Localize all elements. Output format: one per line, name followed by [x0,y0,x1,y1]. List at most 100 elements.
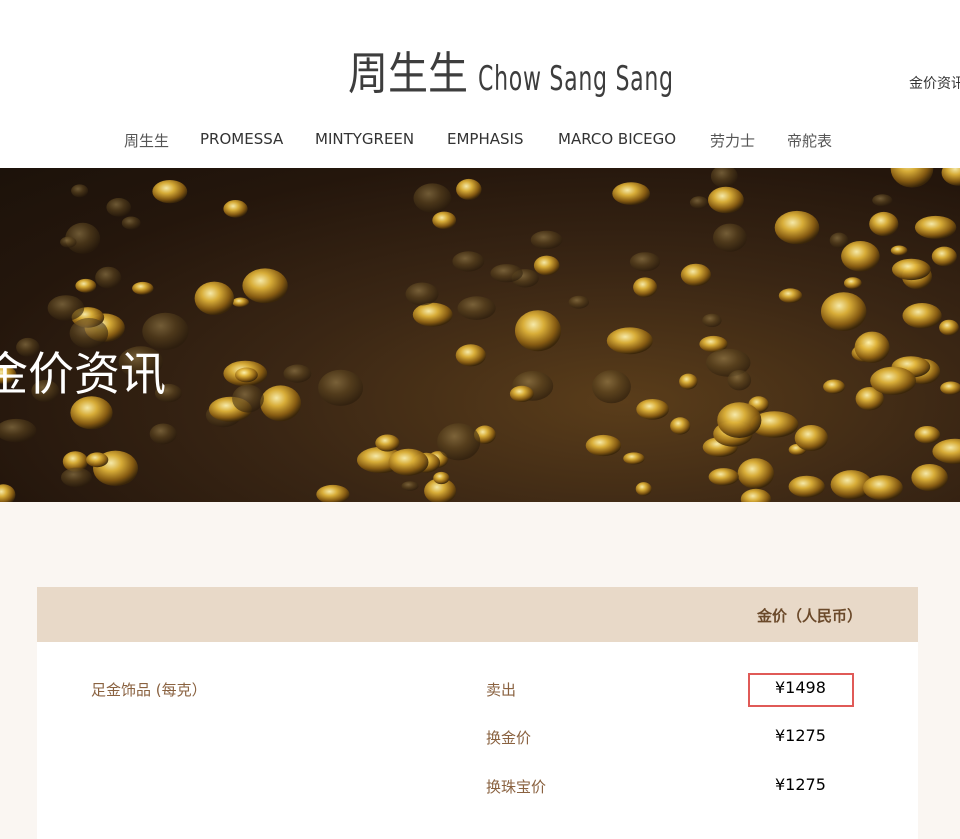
gold-grain [636,399,669,420]
gold-grain [689,196,709,209]
gold-grain [223,200,248,218]
gold-grain [149,423,177,445]
gold-grain [708,468,739,486]
gold-grain [679,373,698,390]
banner-title: 金价资讯 [0,347,166,401]
gold-grain [778,288,803,303]
nav-item-marco-bicego[interactable]: MARCO BICEGO [558,130,676,148]
nav-item-chow-sang-sang[interactable]: 周生生 [124,130,169,151]
gold-grain [670,417,691,435]
hero-banner: 金价资讯 [0,168,960,502]
gold-grain [75,278,97,293]
nav-item-tudor[interactable]: 帝舵表 [787,130,832,151]
gold-grain [932,438,960,464]
gold-grain [606,327,653,355]
gold-grain [844,277,862,289]
gold-grain [457,296,496,320]
price-type-trade-in-jewelry: 换珠宝价 [486,778,547,796]
gold-grain [515,310,561,352]
gold-grain [854,331,890,363]
gold-grain [530,230,563,250]
site-header: 周生生 Chow Sang Sang 金价资讯 周生生 PROMESSA MIN… [0,0,960,168]
gold-grain [713,223,747,252]
gold-grain [774,210,820,245]
gold-grain [316,484,350,502]
gold-grain [890,168,934,188]
gold-grain [0,484,16,502]
gold-grain [455,344,486,367]
gold-grain [872,194,893,207]
gold-grain [509,385,534,402]
gold-grain [388,448,429,476]
gold-grain [318,369,364,406]
gold-grain [61,467,92,488]
gold-grain [870,366,916,395]
gold-grain [568,295,589,309]
nav-item-emphasis[interactable]: EMPHASIS [447,130,523,148]
gold-price-column-header: 金价（人民币） [757,607,863,625]
gold-grain [931,246,957,267]
gold-grain [260,385,302,422]
gold-grain [452,251,485,272]
gold-grain [0,418,37,443]
gold-grain [740,488,771,502]
gold-grain [708,186,744,214]
table-header: 金价（人民币） [37,587,918,642]
gold-grain [612,182,650,205]
gold-grain [914,426,941,444]
gold-grain [623,452,645,465]
gold-grain [152,180,188,204]
gold-grain [737,458,774,489]
gold-grain [405,282,439,306]
gold-grain [490,264,523,283]
brand-logo[interactable]: 周生生 Chow Sang Sang [348,36,750,108]
gold-grain [902,303,942,329]
gold-grain [710,168,738,188]
gold-grain [629,252,661,272]
gold-grain [232,384,264,413]
gold-grain [242,268,288,304]
gold-grain [869,211,899,237]
gold-grain [939,319,959,336]
brand-name-english: Chow Sang Sang [478,59,674,99]
gold-price-info-link[interactable]: 金价资讯 [909,73,960,93]
gold-grain [283,364,312,383]
gold-grain [841,241,880,272]
nav-item-rolex[interactable]: 劳力士 [710,130,755,151]
gold-grain [788,475,825,498]
gold-grain [823,379,845,394]
product-label: 足金饰品 (每克） [91,681,207,699]
gold-grain [401,481,419,491]
gold-grain [727,370,752,391]
gold-grain [60,236,77,248]
gold-grain [437,423,481,461]
gold-grain [941,168,960,186]
gold-grain [121,216,141,230]
main-nav: 周生生 PROMESSA MINTYGREEN EMPHASIS MARCO B… [0,130,960,154]
price-type-trade-in-gold: 换金价 [486,729,532,747]
nav-item-promessa[interactable]: PROMESSA [200,130,283,148]
gold-grain [890,245,908,256]
gold-grain [95,266,122,289]
price-value-trade-in-gold: ¥1275 [775,726,826,745]
gold-grain [794,425,828,451]
gold-grain [413,183,452,213]
gold-grain [412,302,453,327]
price-type-sell: 卖出 [486,681,517,699]
gold-grain [863,475,903,501]
gold-grain [821,292,867,331]
gold-grain [533,255,560,276]
gold-grain [892,258,931,281]
nav-item-mintygreen[interactable]: MINTYGREEN [315,130,414,148]
gold-grain [940,381,960,395]
gold-grain [86,452,109,468]
gold-price-table: 金价（人民币） 足金饰品 (每克） 卖出 ¥1498 换金价 ¥1275 换珠宝… [37,587,918,839]
gold-grain [585,434,622,457]
gold-grain [829,232,849,249]
gold-grain [71,184,89,198]
gold-grain [702,313,722,328]
gold-grain [375,434,400,452]
gold-grain [194,281,234,315]
gold-grain [717,402,762,438]
gold-grains-image [0,168,960,502]
